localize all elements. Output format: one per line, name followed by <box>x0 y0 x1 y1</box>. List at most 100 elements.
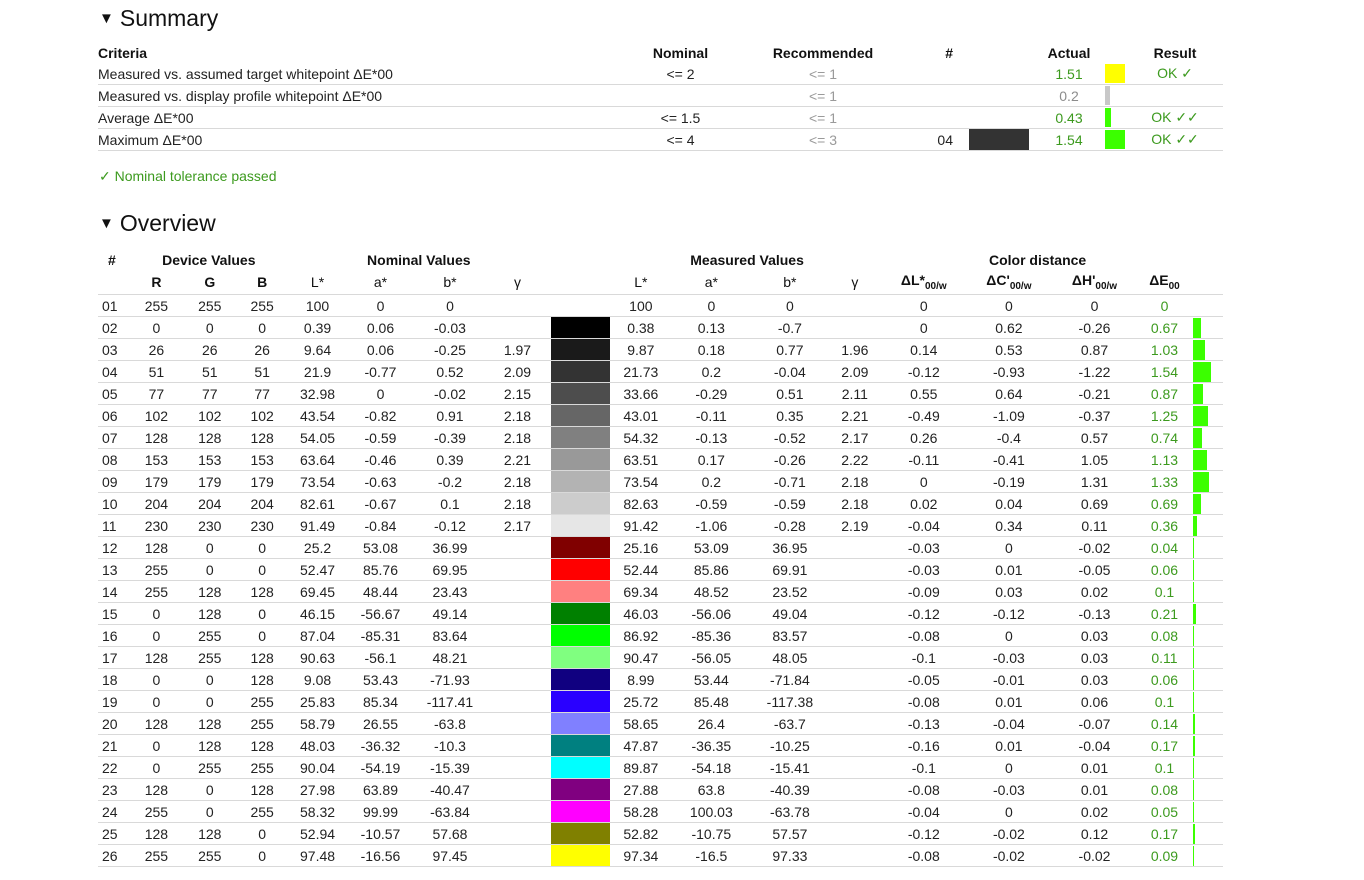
device-b: 0 <box>235 602 289 625</box>
measured-l: 86.92 <box>611 624 671 647</box>
summary-row: Measured vs. assumed target whitepoint Δ… <box>98 63 1223 85</box>
actual-bar-cell <box>1105 128 1127 151</box>
nominal-b: -117.41 <box>414 690 486 713</box>
header-hash: # <box>108 251 116 268</box>
actual-bar <box>1105 130 1125 149</box>
overview-row: 02 0 0 0 0.39 0.06 -0.03 0.38 0.13 -0.7 0 0.62 -0.26… <box>98 316 1223 339</box>
measured-l: 27.88 <box>611 778 671 801</box>
measured-gamma <box>827 536 883 559</box>
nominal-a: -0.59 <box>346 426 415 449</box>
nominal-b: 0.52 <box>414 360 486 383</box>
recommended-cell: <= 1 <box>753 84 893 107</box>
device-r: 0 <box>129 602 184 625</box>
color-swatch <box>550 823 610 844</box>
color-swatch-cell <box>549 602 612 625</box>
delta-l: -0.1 <box>882 646 966 669</box>
device-g: 0 <box>183 668 236 691</box>
delta-h: -0.21 <box>1052 382 1137 405</box>
color-swatch-cell <box>549 756 612 779</box>
device-b: 255 <box>235 712 289 735</box>
device-r: 128 <box>129 712 184 735</box>
device-g: 0 <box>183 536 236 559</box>
device-g: 128 <box>183 426 236 449</box>
color-swatch-cell <box>549 580 612 603</box>
color-swatch <box>550 559 610 580</box>
measured-b: 49.04 <box>752 602 828 625</box>
nominal-gamma <box>485 756 550 779</box>
overview-row: 13 255 0 0 52.47 85.76 69.95 52.44 85.86 69.91 -0.… <box>98 558 1223 581</box>
delta-e-bar-cell <box>1192 536 1223 559</box>
delta-e-bar <box>1192 361 1211 382</box>
delta-c: -0.01 <box>965 668 1053 691</box>
measured-l: 46.03 <box>611 602 671 625</box>
measured-b: -63.7 <box>752 712 828 735</box>
delta-l: -0.49 <box>882 404 966 427</box>
measured-a: -0.29 <box>670 382 753 405</box>
header-measured-b: b* <box>752 270 828 295</box>
summary-section-toggle[interactable]: ▼ Summary <box>99 5 218 32</box>
overview-row: 26 255 255 0 97.48 -16.56 97.45 97.34 -16.5 97.33… <box>98 844 1223 867</box>
measured-l: 21.73 <box>611 360 671 383</box>
nominal-l: 9.64 <box>288 338 347 361</box>
patch-number: 01 <box>98 294 130 317</box>
patch-number-cell <box>893 63 953 85</box>
delta-h: -1.22 <box>1052 360 1137 383</box>
measured-l: 47.87 <box>611 734 671 757</box>
nominal-gamma: 2.17 <box>485 514 550 537</box>
result-cell: OK ✓ <box>1127 63 1223 85</box>
measured-b: -10.25 <box>752 734 828 757</box>
device-b: 0 <box>235 536 289 559</box>
device-b: 128 <box>235 668 289 691</box>
color-swatch-cell <box>549 448 612 471</box>
patch-swatch <box>969 129 1029 150</box>
header-b: B <box>235 270 289 295</box>
delta-h: 1.05 <box>1052 448 1137 471</box>
header-bar <box>1192 270 1223 295</box>
patch-number: 21 <box>98 734 130 757</box>
device-g: 128 <box>183 734 236 757</box>
device-b: 179 <box>235 470 289 493</box>
device-g: 26 <box>183 338 236 361</box>
device-b: 255 <box>235 294 289 317</box>
measured-a: 48.52 <box>670 580 753 603</box>
delta-l: -0.03 <box>882 536 966 559</box>
device-r: 128 <box>129 426 184 449</box>
delta-e: 0.87 <box>1136 382 1193 405</box>
nominal-b: -0.03 <box>414 316 486 339</box>
measured-b: 36.95 <box>752 536 828 559</box>
color-swatch <box>550 801 610 822</box>
delta-e-bar-cell <box>1192 338 1223 361</box>
overview-section-toggle[interactable]: ▼ Overview <box>99 210 216 237</box>
nominal-b: 69.95 <box>414 558 486 581</box>
nominal-a: -56.1 <box>346 646 415 669</box>
nominal-b: -71.93 <box>414 668 486 691</box>
device-b: 0 <box>235 624 289 647</box>
measured-gamma: 2.11 <box>827 382 883 405</box>
delta-e-bar-cell <box>1192 294 1223 317</box>
measured-b: -0.26 <box>752 448 828 471</box>
delta-e: 0.11 <box>1136 646 1193 669</box>
measured-gamma: 2.21 <box>827 404 883 427</box>
result-cell: OK ✓✓ <box>1127 106 1223 129</box>
delta-c: -0.04 <box>965 712 1053 735</box>
criteria-cell: Measured vs. display profile whitepoint … <box>98 84 608 107</box>
delta-e-bar <box>1192 823 1195 844</box>
measured-a: 0.18 <box>670 338 753 361</box>
color-swatch <box>550 603 610 624</box>
nominal-b: 23.43 <box>414 580 486 603</box>
header-nominal-gamma: γ <box>485 270 550 295</box>
header-g: G <box>183 270 236 295</box>
nominal-b: -0.25 <box>414 338 486 361</box>
delta-e-bar-cell <box>1192 404 1223 427</box>
delta-c: 0 <box>965 800 1053 823</box>
delta-e-bar-cell <box>1192 778 1223 801</box>
color-swatch-cell <box>549 844 612 867</box>
nominal-l: 32.98 <box>288 382 347 405</box>
color-swatch <box>550 713 610 734</box>
header-device-values: Device Values <box>162 251 256 268</box>
nominal-gamma: 2.15 <box>485 382 550 405</box>
measured-l: 89.87 <box>611 756 671 779</box>
delta-l: -0.12 <box>882 602 966 625</box>
delta-e-bar <box>1192 449 1207 470</box>
measured-l: 8.99 <box>611 668 671 691</box>
